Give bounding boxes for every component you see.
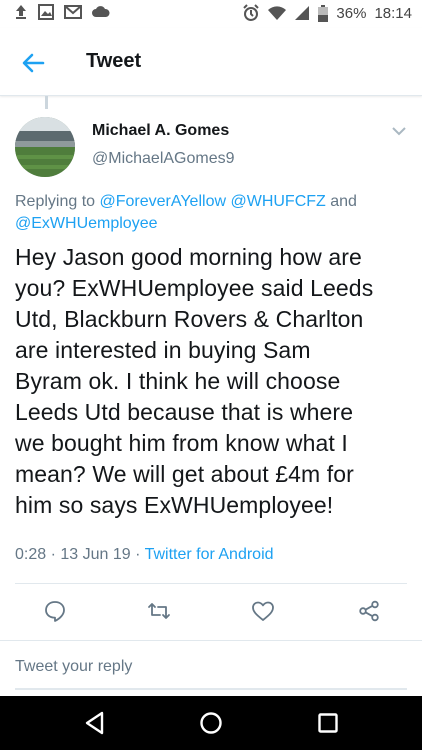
divider — [15, 583, 407, 584]
back-button[interactable] — [18, 48, 48, 78]
android-nav-bar — [0, 696, 422, 750]
battery-icon — [318, 4, 329, 22]
tweet-date: 13 Jun 19 — [60, 546, 131, 563]
app-bar: Tweet — [0, 28, 422, 96]
mention-link[interactable]: @WHUFCFZ — [230, 193, 325, 210]
reply-icon — [45, 601, 65, 622]
heart-icon — [252, 601, 274, 621]
retweet-button[interactable] — [144, 596, 174, 626]
battery-percent: 36% — [336, 4, 367, 22]
mention-link[interactable]: @ExWHUemployee — [15, 215, 158, 232]
wifi-icon — [268, 5, 287, 21]
share-button[interactable] — [354, 596, 384, 626]
divider — [0, 640, 422, 641]
arrow-left-icon — [22, 53, 45, 73]
replying-and: and — [325, 193, 357, 210]
author-name[interactable]: Michael A. Gomes — [92, 122, 229, 140]
clock: 18:14 — [374, 4, 412, 22]
meta-separator: · — [46, 546, 61, 563]
retweet-icon — [148, 603, 170, 619]
circle-home-icon — [200, 712, 222, 734]
thread-connector-line — [45, 96, 48, 109]
share-icon — [359, 600, 379, 622]
reply-box[interactable]: Tweet your reply — [0, 648, 422, 688]
tweet-actions — [0, 596, 422, 626]
tweet-text: Hey Jason good morning how are you? ExWH… — [15, 244, 374, 518]
upload-notification-icon — [14, 4, 28, 20]
tweet-time: 0:28 — [15, 546, 47, 563]
nav-recents-button[interactable] — [314, 709, 342, 737]
gmail-notification-icon — [64, 5, 82, 19]
system-status: 36% 18:14 — [242, 4, 412, 22]
meta-separator: · — [130, 546, 145, 563]
reply-button[interactable] — [40, 596, 70, 626]
nav-back-button[interactable] — [81, 709, 109, 737]
page-title: Tweet — [86, 50, 142, 72]
triangle-back-icon — [85, 711, 104, 735]
square-recents-icon — [318, 713, 338, 733]
tweet-meta: 0:28 · 13 Jun 19 · Twitter for Android — [15, 546, 274, 564]
nav-home-button[interactable] — [197, 709, 225, 737]
gallery-notification-icon — [38, 4, 54, 20]
reply-underline — [15, 688, 407, 690]
replying-prefix: Replying to — [15, 193, 100, 210]
tweet-source-link[interactable]: Twitter for Android — [145, 546, 274, 563]
chevron-down-icon — [392, 127, 406, 136]
cloud-notification-icon — [92, 6, 110, 18]
author-handle[interactable]: @MichaelAGomes9 — [92, 150, 235, 168]
status-bar: 36% 18:14 — [0, 0, 422, 28]
signal-icon — [294, 5, 310, 21]
notification-icons — [14, 4, 110, 20]
stadium-avatar-image — [15, 117, 75, 177]
reply-input[interactable]: Tweet your reply — [15, 658, 132, 676]
replying-to: Replying to @ForeverAYellow @WHUFCFZ and… — [15, 191, 410, 235]
alarm-icon — [242, 4, 260, 22]
mention-link[interactable]: @ForeverAYellow — [100, 193, 227, 210]
avatar[interactable] — [15, 117, 75, 177]
like-button[interactable] — [248, 596, 278, 626]
tweet-options-button[interactable] — [390, 124, 408, 138]
